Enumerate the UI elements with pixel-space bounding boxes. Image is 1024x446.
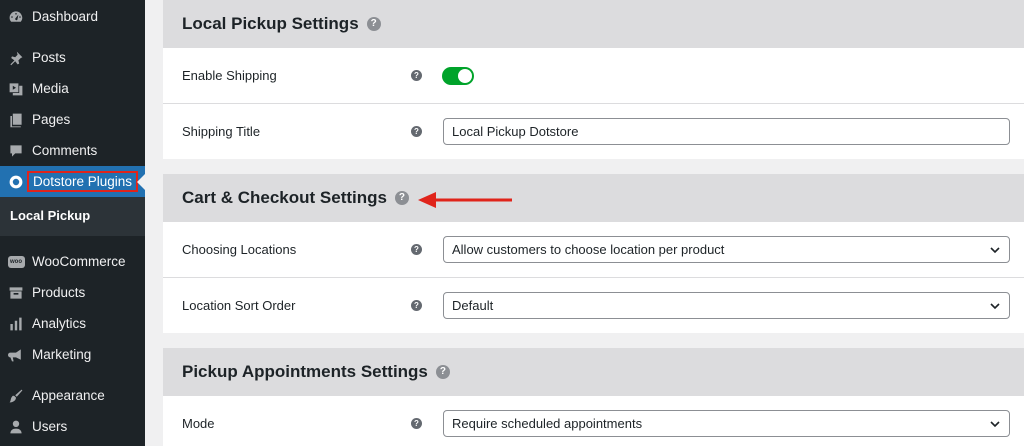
annotation-arrow-icon	[418, 192, 512, 208]
settings-row-location-sort-order: Location Sort Order ? Default	[163, 277, 1024, 333]
settings-row-choosing-locations: Choosing Locations ? Allow customers to …	[163, 221, 1024, 277]
chevron-down-icon	[990, 247, 1000, 254]
dashboard-icon	[7, 8, 25, 26]
help-icon[interactable]: ?	[366, 16, 381, 31]
menu-label: WooCommerce	[32, 254, 126, 269]
user-icon	[7, 418, 25, 436]
submenu: Local Pickup	[0, 197, 145, 236]
settings-row-enable-shipping: Enable Shipping ?	[163, 47, 1024, 103]
help-icon[interactable]: ?	[394, 190, 409, 205]
menu-label: Analytics	[32, 316, 87, 331]
help-icon[interactable]: ?	[411, 418, 422, 429]
section-title: Local Pickup Settings	[182, 13, 359, 33]
menu-dotstore-plugins[interactable]: Dotstore Plugins	[0, 166, 145, 197]
menu-label: Media	[32, 81, 69, 96]
active-indicator	[137, 174, 145, 190]
menu-label: Products	[32, 285, 86, 300]
admin-sidebar: Dashboard Posts Media Pages Comments Dot…	[0, 0, 145, 446]
menu-media[interactable]: Media	[0, 73, 145, 104]
dotstore-icon	[7, 173, 25, 191]
card-header: Local Pickup Settings ?	[163, 0, 1024, 47]
choosing-locations-select[interactable]: Allow customers to choose location per p…	[443, 236, 1010, 263]
chevron-down-icon	[990, 303, 1000, 310]
menu-dashboard[interactable]: Dashboard	[0, 1, 145, 32]
settings-row-mode: Mode ? Require scheduled appointments	[163, 395, 1024, 446]
menu-label: Appearance	[32, 388, 105, 403]
chevron-down-icon	[990, 421, 1000, 428]
menu-label: Marketing	[32, 347, 92, 362]
menu-label: Pages	[32, 112, 71, 127]
select-value: Allow customers to choose location per p…	[452, 242, 725, 257]
media-icon	[7, 80, 25, 98]
help-icon[interactable]: ?	[411, 126, 422, 137]
help-icon[interactable]: ?	[411, 70, 422, 81]
pin-icon	[7, 49, 25, 67]
field-label: Enable Shipping	[182, 68, 277, 83]
cart-checkout-settings-card: Cart & Checkout Settings ? Choosing Loca…	[163, 174, 1024, 333]
field-label: Location Sort Order	[182, 298, 296, 313]
field-label: Mode	[182, 416, 215, 431]
main-content: Local Pickup Settings ? Enable Shipping …	[145, 0, 1024, 446]
settings-row-shipping-title: Shipping Title ?	[163, 103, 1024, 159]
menu-label: Posts	[32, 50, 66, 65]
menu-appearance[interactable]: Appearance	[0, 380, 145, 411]
menu-users[interactable]: Users	[0, 411, 145, 442]
enable-shipping-toggle[interactable]	[442, 66, 474, 85]
local-pickup-settings-card: Local Pickup Settings ? Enable Shipping …	[163, 0, 1024, 159]
section-title: Pickup Appointments Settings	[182, 361, 428, 381]
card-header: Cart & Checkout Settings ?	[163, 174, 1024, 221]
help-icon[interactable]: ?	[411, 244, 422, 255]
mode-select[interactable]: Require scheduled appointments	[443, 410, 1010, 437]
menu-label: Users	[32, 419, 68, 434]
menu-pages[interactable]: Pages	[0, 104, 145, 135]
comment-icon	[7, 142, 25, 160]
select-value: Require scheduled appointments	[452, 416, 643, 431]
help-icon[interactable]: ?	[435, 364, 450, 379]
submenu-local-pickup[interactable]: Local Pickup	[10, 208, 90, 223]
shipping-title-input[interactable]	[443, 118, 1010, 145]
menu-products[interactable]: Products	[0, 277, 145, 308]
field-label: Shipping Title	[182, 124, 261, 139]
megaphone-icon	[7, 346, 25, 364]
field-label: Choosing Locations	[182, 242, 297, 257]
menu-comments[interactable]: Comments	[0, 135, 145, 166]
menu-label: Dotstore Plugins	[27, 171, 139, 192]
woo-icon: woo	[7, 253, 25, 271]
menu-analytics[interactable]: Analytics	[0, 308, 145, 339]
location-sort-order-select[interactable]: Default	[443, 292, 1010, 319]
menu-label: Comments	[32, 143, 98, 158]
archive-icon	[7, 284, 25, 302]
pages-icon	[7, 111, 25, 129]
pickup-appointments-settings-card: Pickup Appointments Settings ? Mode ? Re…	[163, 348, 1024, 446]
menu-label: Dashboard	[32, 9, 99, 24]
select-value: Default	[452, 298, 494, 313]
help-icon[interactable]: ?	[411, 300, 422, 311]
card-header: Pickup Appointments Settings ?	[163, 348, 1024, 395]
toggle-knob	[458, 68, 472, 83]
woo-badge: woo	[7, 255, 25, 268]
menu-marketing[interactable]: Marketing	[0, 339, 145, 370]
menu-posts[interactable]: Posts	[0, 42, 145, 73]
chart-icon	[7, 315, 25, 333]
menu-woocommerce[interactable]: woo WooCommerce	[0, 246, 145, 277]
brush-icon	[7, 387, 25, 405]
section-title: Cart & Checkout Settings	[182, 187, 387, 207]
